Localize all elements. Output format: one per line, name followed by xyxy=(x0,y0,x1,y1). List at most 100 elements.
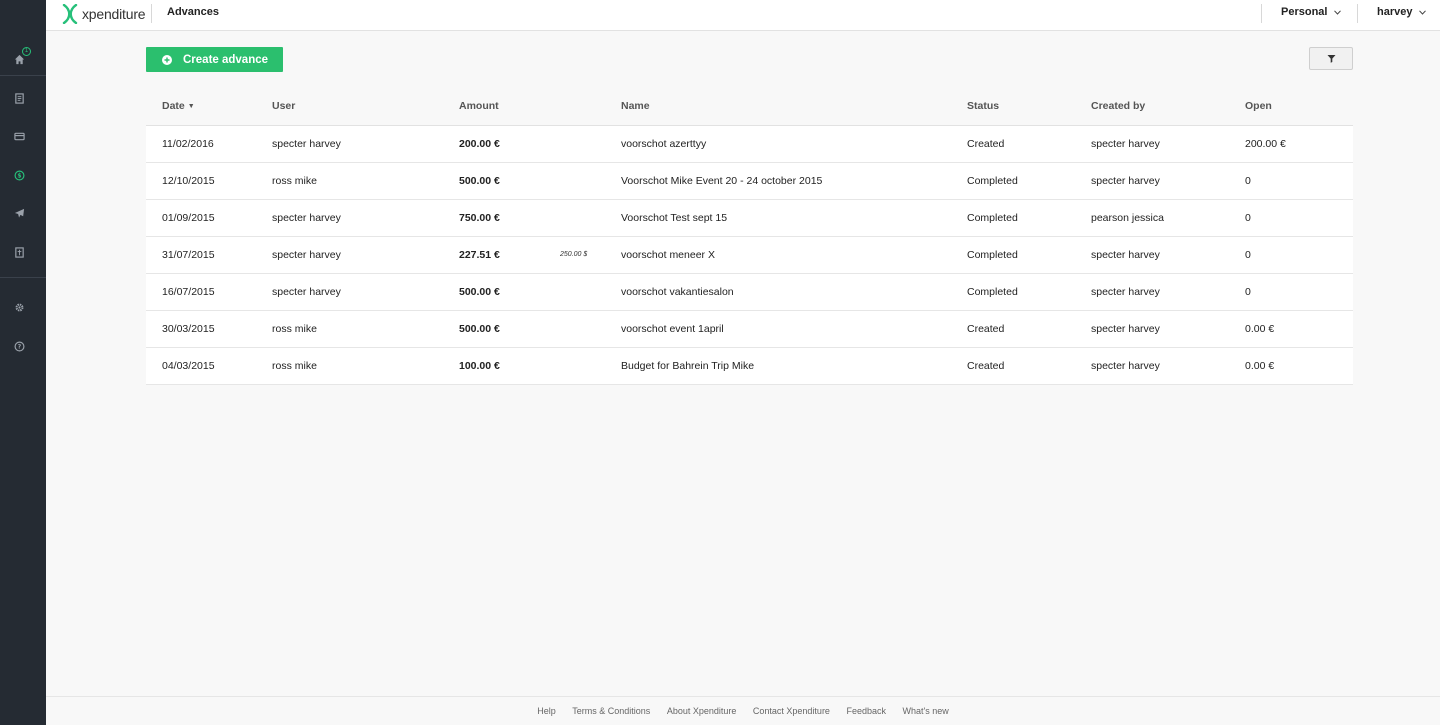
footer-link-contact[interactable]: Contact Xpenditure xyxy=(753,706,830,716)
column-header-status[interactable]: Status xyxy=(967,88,1091,126)
svg-text:?: ? xyxy=(17,343,21,350)
logo[interactable]: xpenditure xyxy=(62,3,146,25)
cell-user: specter harvey xyxy=(272,125,459,163)
column-header-date[interactable]: Date ▼ xyxy=(146,88,272,126)
cell-amount: 500.00 € xyxy=(459,310,621,348)
table-header-row: Date ▼ User Amount Name Status Created by… xyxy=(146,88,1353,126)
cell-amount: 227.51 €250.00 $ xyxy=(459,236,621,274)
cell-name: voorschot vakantiesalon xyxy=(621,273,967,311)
cell-open: 0 xyxy=(1245,162,1353,200)
sort-desc-icon: ▼ xyxy=(187,103,195,111)
cell-user: ross mike xyxy=(272,162,459,200)
header-divider xyxy=(1261,4,1262,23)
table-row[interactable]: 11/02/2016 specter harvey 200.00 € voors… xyxy=(146,125,1353,163)
cell-date: 04/03/2015 xyxy=(146,347,272,385)
cell-name: voorschot event 1april xyxy=(621,310,967,348)
user-dropdown[interactable]: harvey xyxy=(1377,6,1427,18)
help-icon[interactable]: ? xyxy=(12,339,26,353)
table-row[interactable]: 12/10/2015 ross mike 500.00 € Voorschot … xyxy=(146,162,1353,200)
cell-user: specter harvey xyxy=(272,273,459,311)
sidebar-divider xyxy=(0,277,46,278)
footer: Help Terms & Conditions About Xpenditure… xyxy=(46,696,1440,725)
column-header-created-by[interactable]: Created by xyxy=(1091,88,1245,126)
cell-date: 30/03/2015 xyxy=(146,310,272,348)
cell-created-by: specter harvey xyxy=(1091,347,1245,385)
column-header-user[interactable]: User xyxy=(272,88,459,126)
cell-created-by: specter harvey xyxy=(1091,310,1245,348)
footer-link-whats-new[interactable]: What's new xyxy=(903,706,949,716)
cell-status: Completed xyxy=(967,162,1091,200)
header-divider xyxy=(1357,4,1358,23)
filter-icon xyxy=(1327,55,1335,63)
xpenditure-logo-icon xyxy=(62,4,78,24)
cell-created-by: specter harvey xyxy=(1091,273,1245,311)
receipt-icon[interactable] xyxy=(12,91,26,105)
top-header: xpenditure Advances Personal harvey xyxy=(46,0,1440,31)
workspace-label: Personal xyxy=(1281,6,1328,18)
chevron-down-icon xyxy=(1334,9,1342,15)
cell-status: Created xyxy=(967,125,1091,163)
cell-name: Voorschot Test sept 15 xyxy=(621,199,967,237)
svg-text:$: $ xyxy=(17,172,21,179)
cell-open: 0 xyxy=(1245,236,1353,274)
footer-link-help[interactable]: Help xyxy=(537,706,556,716)
cell-user: specter harvey xyxy=(272,199,459,237)
cell-created-by: pearson jessica xyxy=(1091,199,1245,237)
plus-circle-icon xyxy=(162,54,172,65)
cell-status: Created xyxy=(967,347,1091,385)
footer-link-about[interactable]: About Xpenditure xyxy=(667,706,737,716)
column-header-open[interactable]: Open xyxy=(1245,88,1353,126)
footer-link-terms[interactable]: Terms & Conditions xyxy=(572,706,650,716)
cell-name: voorschot meneer X xyxy=(621,236,967,274)
cell-status: Completed xyxy=(967,273,1091,311)
page-title: Advances xyxy=(167,6,219,18)
cell-name: Voorschot Mike Event 20 - 24 october 201… xyxy=(621,162,967,200)
cell-created-by: specter harvey xyxy=(1091,236,1245,274)
cell-date: 01/09/2015 xyxy=(146,199,272,237)
cell-user: ross mike xyxy=(272,347,459,385)
cell-open: 0.00 € xyxy=(1245,347,1353,385)
cell-date: 11/02/2016 xyxy=(146,125,272,163)
table-row[interactable]: 16/07/2015 specter harvey 500.00 € voors… xyxy=(146,273,1353,311)
cell-open: 0 xyxy=(1245,199,1353,237)
notification-badge: 1 xyxy=(22,47,31,56)
footer-link-feedback[interactable]: Feedback xyxy=(846,706,886,716)
cell-amount: 100.00 € xyxy=(459,347,621,385)
create-advance-button[interactable]: Create advance xyxy=(146,47,283,72)
cell-open: 200.00 € xyxy=(1245,125,1353,163)
cell-open: 0 xyxy=(1245,273,1353,311)
table-row[interactable]: 01/09/2015 specter harvey 750.00 € Voors… xyxy=(146,199,1353,237)
cell-created-by: specter harvey xyxy=(1091,162,1245,200)
card-icon[interactable] xyxy=(12,129,26,143)
cell-open: 0.00 € xyxy=(1245,310,1353,348)
filter-button[interactable] xyxy=(1309,47,1353,70)
cell-amount: 200.00 € xyxy=(459,125,621,163)
advances-table: Date ▼ User Amount Name Status Created by… xyxy=(146,88,1353,385)
header-divider xyxy=(151,4,152,23)
table-row[interactable]: 30/03/2015 ross mike 500.00 € voorschot … xyxy=(146,310,1353,348)
advance-icon[interactable]: $ xyxy=(12,168,26,182)
cell-status: Completed xyxy=(967,199,1091,237)
column-header-name[interactable]: Name xyxy=(621,88,967,126)
cell-date: 16/07/2015 xyxy=(146,273,272,311)
sidebar-divider xyxy=(0,75,46,76)
cell-status: Created xyxy=(967,310,1091,348)
gear-icon[interactable] xyxy=(12,300,26,314)
table-row[interactable]: 31/07/2015 specter harvey 227.51 €250.00… xyxy=(146,236,1353,274)
cell-amount: 500.00 € xyxy=(459,162,621,200)
logo-text: xpenditure xyxy=(82,6,146,22)
chevron-down-icon xyxy=(1419,9,1427,15)
cell-created-by: specter harvey xyxy=(1091,125,1245,163)
table-row[interactable]: 04/03/2015 ross mike 100.00 € Budget for… xyxy=(146,347,1353,385)
cell-user: specter harvey xyxy=(272,236,459,274)
workspace-dropdown[interactable]: Personal xyxy=(1281,6,1342,18)
column-header-amount[interactable]: Amount xyxy=(459,88,621,126)
cell-name: Budget for Bahrein Trip Mike xyxy=(621,347,967,385)
footer-links: Help Terms & Conditions About Xpenditure… xyxy=(46,706,1440,716)
cell-status: Completed xyxy=(967,236,1091,274)
cell-date: 12/10/2015 xyxy=(146,162,272,200)
plane-icon[interactable] xyxy=(12,206,26,220)
cell-name: voorschot azerttyy xyxy=(621,125,967,163)
sidebar: 1 $ ? xyxy=(0,0,46,725)
report-icon[interactable] xyxy=(12,245,26,259)
